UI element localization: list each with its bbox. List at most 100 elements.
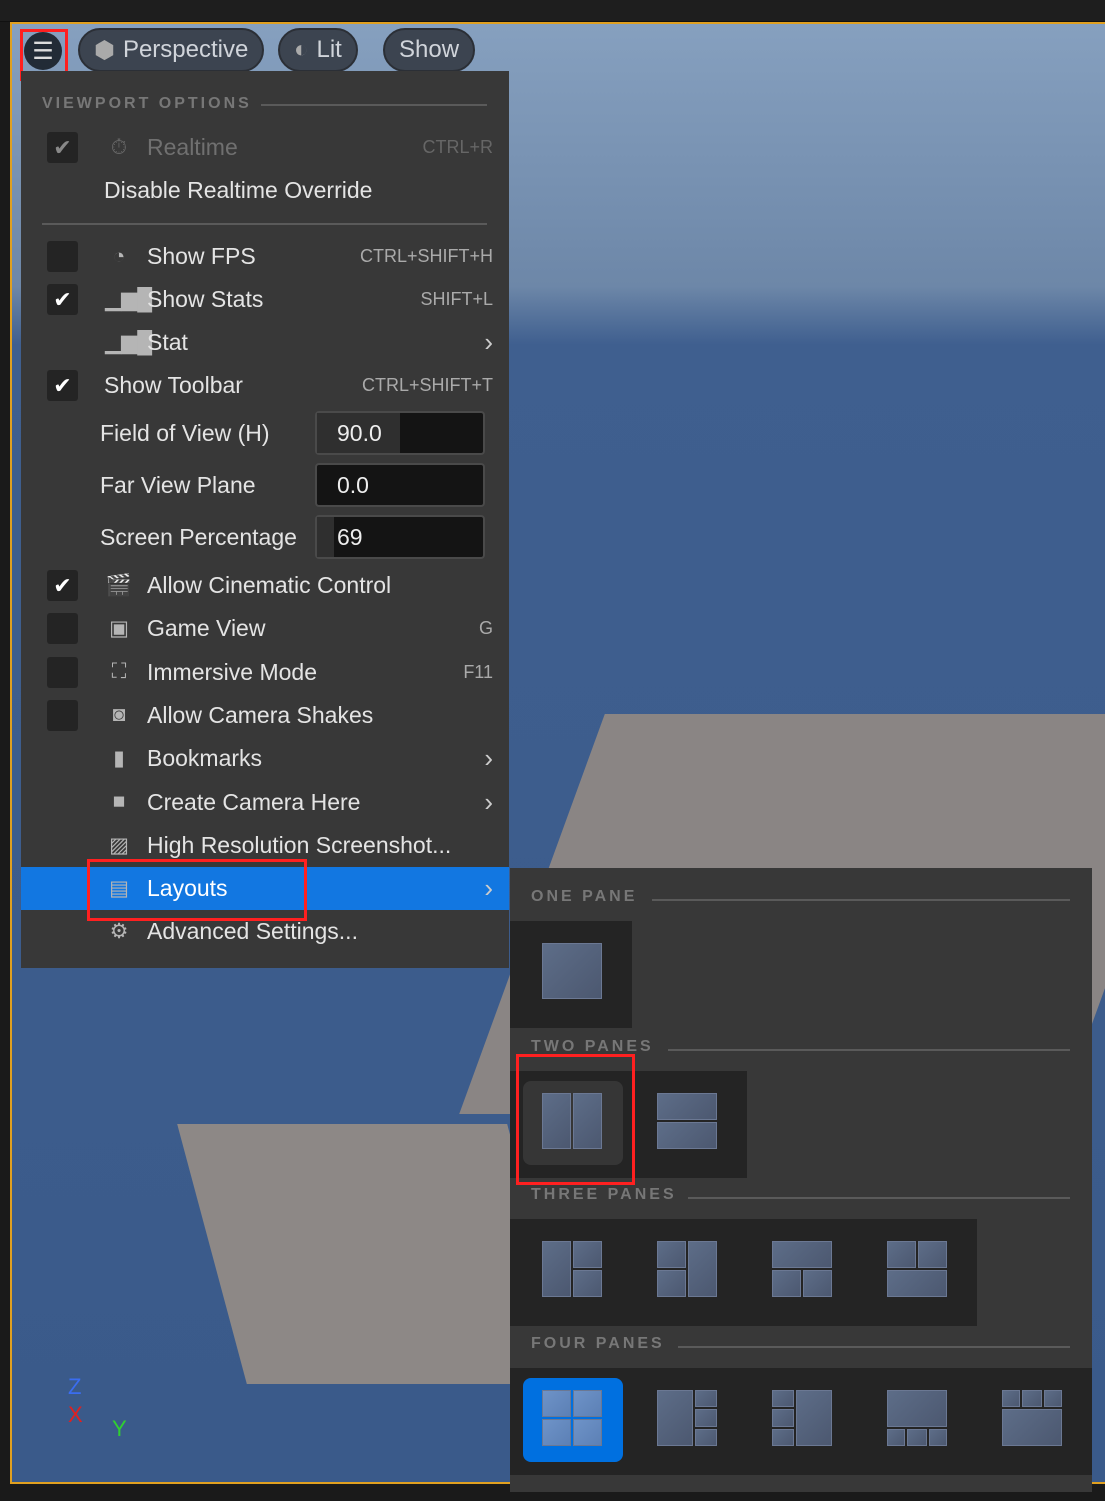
field-label: Screen Percentage xyxy=(100,524,297,550)
perspective-button[interactable]: ⬢ Perspective xyxy=(78,28,265,72)
camera-add-icon: ■ xyxy=(112,790,126,813)
lit-button[interactable]: ◐ Lit xyxy=(278,28,358,72)
menu-item-bookmarks[interactable]: ▮ Bookmarks › xyxy=(21,737,509,780)
pane-icon xyxy=(657,1270,686,1297)
menu-item-immersive-mode[interactable]: ⛶ Immersive Mode F11 xyxy=(21,651,509,694)
checkbox[interactable]: ✔ xyxy=(47,370,78,401)
field-value: 0.0 xyxy=(337,472,369,498)
numeric-field[interactable]: 90.0 xyxy=(315,411,485,455)
perspective-label: Perspective xyxy=(122,36,249,63)
pane-icon xyxy=(772,1409,794,1427)
section-header: FOUR PANES xyxy=(531,1335,665,1352)
checkbox[interactable]: ✔ xyxy=(47,284,78,315)
layout-option-two-panes-vertical[interactable] xyxy=(638,1081,738,1165)
menu-item-advanced-settings[interactable]: ⚙ Advanced Settings... xyxy=(21,910,509,953)
field-value: 90.0 xyxy=(337,420,382,446)
viewport-menu-button[interactable]: ☰ xyxy=(24,32,62,70)
numeric-field[interactable]: 69 xyxy=(315,515,485,559)
layout-option-three-panes-top[interactable] xyxy=(753,1229,853,1313)
pane-icon xyxy=(887,1428,906,1446)
numeric-field[interactable]: 0.0 xyxy=(315,463,485,507)
gamepad-icon: ▣ xyxy=(109,617,129,641)
layout-option-four-panes-top[interactable] xyxy=(868,1378,968,1462)
pane-icon xyxy=(928,1428,947,1446)
menu-item-show-fps[interactable]: ◔ Show FPS CTRL+SHIFT+H xyxy=(21,235,509,278)
layout-option-one-pane[interactable] xyxy=(523,931,623,1015)
menu-item-layouts[interactable]: ▤ Layouts › xyxy=(21,867,509,911)
cube-icon: ⬢ xyxy=(94,36,115,64)
divider xyxy=(678,1346,1070,1348)
editor-top-bar xyxy=(0,0,1105,22)
pane-icon xyxy=(803,1270,832,1297)
menu-item-show-toolbar[interactable]: ✔ Show Toolbar CTRL+SHIFT+T xyxy=(21,364,509,407)
layout-option-four-panes-bottom[interactable] xyxy=(983,1378,1083,1462)
pane-icon xyxy=(695,1428,717,1446)
layouts-submenu: ONE PANE TWO PANES THREE PANES FOUR PANES xyxy=(510,868,1092,1492)
checkbox[interactable] xyxy=(47,656,78,688)
menu-item-create-camera-here[interactable]: ■ Create Camera Here › xyxy=(21,781,509,824)
bookmark-icon: ▮ xyxy=(113,747,125,771)
checkbox[interactable] xyxy=(47,699,78,731)
viewport-options-menu: VIEWPORT OPTIONS ✔ ⏱ Realtime CTRL+R Dis… xyxy=(21,71,509,968)
pane-icon xyxy=(772,1270,801,1297)
menu-item-game-view[interactable]: ▣ Game View G xyxy=(21,607,509,650)
axis-z-label: Z xyxy=(68,1374,82,1399)
pane-icon xyxy=(573,1419,602,1446)
menu-item-allow-cinematic-control[interactable]: ✔ 🎬 Allow Cinematic Control xyxy=(21,564,509,607)
pane-icon xyxy=(657,1093,717,1120)
chevron-right-icon: › xyxy=(484,743,493,774)
camera-shake-icon: ◙ xyxy=(112,703,126,727)
menu-item-disable-realtime-override[interactable]: Disable Realtime Override xyxy=(21,169,509,212)
label: Advanced Settings... xyxy=(147,918,358,945)
menu-item-realtime[interactable]: ✔ ⏱ Realtime CTRL+R xyxy=(21,126,509,169)
checkbox[interactable] xyxy=(47,613,78,645)
pane-icon xyxy=(1002,1409,1062,1446)
layout-option-three-panes-left[interactable] xyxy=(523,1229,623,1313)
stopwatch-icon: ⏱ xyxy=(110,135,128,159)
menu-item-high-resolution-screenshot[interactable]: ▨ High Resolution Screenshot... xyxy=(21,824,509,867)
pane-icon xyxy=(542,943,602,999)
pane-icon xyxy=(573,1270,602,1297)
checkbox[interactable]: ✔ xyxy=(47,570,78,601)
fullscreen-icon: ⛶ xyxy=(111,660,127,684)
divider xyxy=(261,104,487,106)
layout-option-three-panes-bottom[interactable] xyxy=(868,1229,968,1313)
pane-icon xyxy=(795,1390,832,1446)
label: Create Camera Here xyxy=(147,788,361,815)
pane-icon xyxy=(688,1241,717,1297)
show-button[interactable]: Show xyxy=(383,28,476,72)
bar-chart-icon: ▁▆█ xyxy=(105,288,153,311)
axis-y-label: Y xyxy=(112,1416,127,1441)
menu-item-stat[interactable]: ▁▆█ Stat › xyxy=(21,321,509,364)
layout-option-two-panes-horizontal[interactable] xyxy=(523,1081,623,1165)
layout-strip xyxy=(510,1071,747,1178)
lit-label: Lit xyxy=(316,36,342,63)
layout-option-four-panes-right[interactable] xyxy=(753,1378,853,1462)
label: Immersive Mode xyxy=(147,658,317,685)
field-label: Far View Plane xyxy=(100,472,256,498)
pane-icon xyxy=(542,1093,571,1149)
pane-icon xyxy=(887,1270,947,1297)
menu-item-show-stats[interactable]: ✔ ▁▆█ Show Stats SHIFT+L xyxy=(21,278,509,321)
layout-strip xyxy=(510,921,632,1028)
pane-icon xyxy=(657,1390,694,1446)
layout-option-three-panes-right[interactable] xyxy=(638,1229,738,1313)
divider xyxy=(652,899,1070,901)
menu-item-allow-camera-shakes[interactable]: ◙ Allow Camera Shakes xyxy=(21,694,509,737)
hamburger-icon: ☰ xyxy=(32,37,54,65)
checkbox[interactable]: ✔ xyxy=(47,132,78,163)
axis-x-label: X xyxy=(68,1402,83,1427)
label: Realtime xyxy=(147,134,238,160)
shortcut: CTRL+SHIFT+T xyxy=(361,375,493,395)
divider xyxy=(42,223,487,225)
label: Show Stats xyxy=(147,286,264,312)
shortcut: F11 xyxy=(463,661,493,682)
checkbox[interactable] xyxy=(47,241,78,272)
pane-icon xyxy=(573,1390,602,1417)
shortcut: SHIFT+L xyxy=(420,289,493,309)
section-header: VIEWPORT OPTIONS xyxy=(42,95,252,112)
layout-option-four-panes-2x2[interactable] xyxy=(523,1378,623,1462)
layout-option-four-panes-left[interactable] xyxy=(638,1378,738,1462)
field-row: Far View Plane 0.0 xyxy=(21,463,509,507)
pane-icon xyxy=(657,1241,686,1268)
